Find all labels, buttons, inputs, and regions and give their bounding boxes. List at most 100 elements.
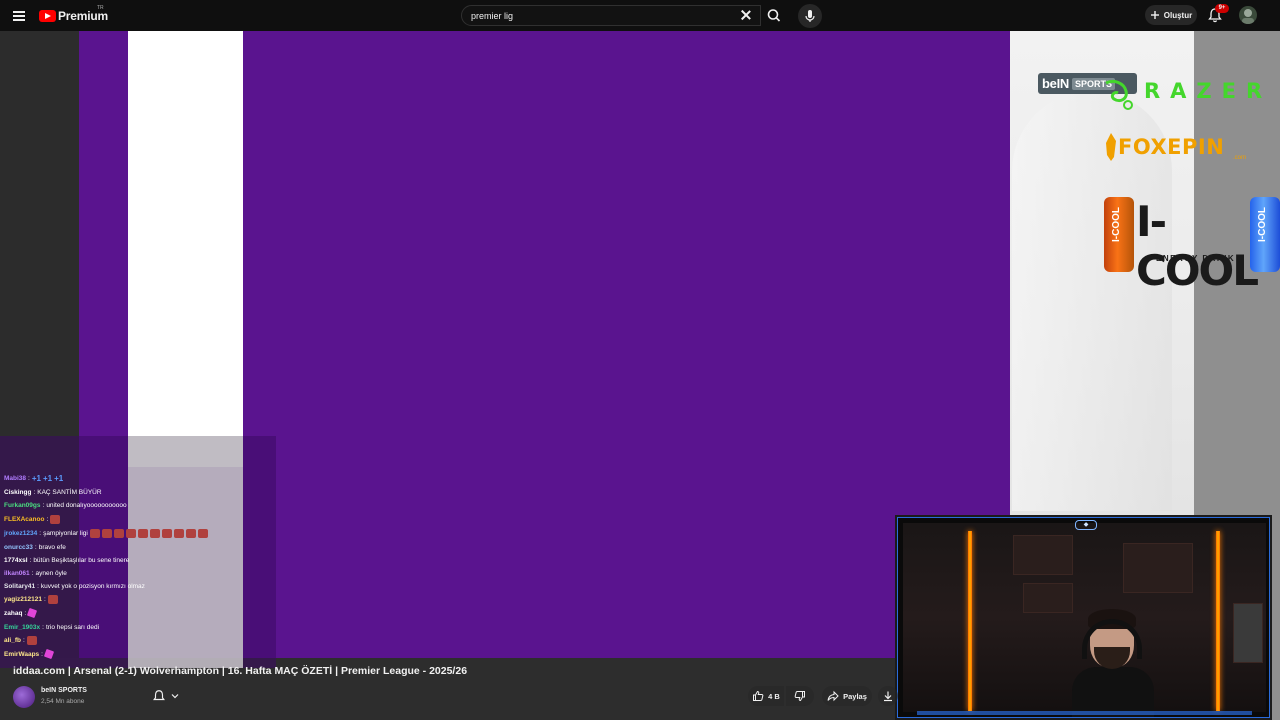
chat-separator: : — [46, 515, 49, 523]
create-label: Oluştur — [1163, 10, 1193, 20]
logo-text: Premium — [58, 9, 108, 23]
youtube-play-icon — [39, 10, 56, 22]
share-button[interactable]: Paylaş — [822, 686, 872, 706]
share-icon — [827, 690, 839, 702]
logo-region: TR — [97, 5, 104, 11]
youtube-watch-page: Premium TR Oluştur — [0, 0, 1280, 720]
chat-message: zahaq: — [4, 607, 38, 619]
bein-text: beIN — [1042, 76, 1069, 91]
like-button[interactable]: 4 B — [748, 686, 784, 706]
chat-separator: : — [42, 623, 44, 631]
chat-emote-icon — [89, 528, 100, 538]
chat-separator: : — [37, 582, 39, 590]
chat-separator: : — [42, 501, 45, 509]
chat-username[interactable]: yagiz212121 — [4, 596, 42, 603]
chat-username[interactable]: 1774xsl — [4, 557, 28, 564]
chat-emote-icon — [197, 528, 208, 538]
can-label: I-COOL — [1111, 207, 1122, 242]
chat-username[interactable]: onurcc33 — [4, 544, 33, 551]
stream-white-column — [128, 31, 243, 467]
chat-emote-icon — [185, 528, 196, 538]
share-label: Paylaş — [843, 691, 867, 701]
chat-username[interactable]: zahaq — [4, 610, 22, 617]
chat-separator: : — [28, 474, 30, 482]
chat-separator: : — [41, 650, 43, 658]
chat-message: Ciskingg: KAÇ SANTİM BÜYÜR — [4, 486, 102, 498]
chat-username[interactable]: FLEXAcanoo — [4, 516, 44, 523]
chat-emote-icon — [173, 528, 184, 538]
chat-emote-icon — [43, 648, 55, 660]
chat-emote-icon: +1 — [42, 473, 53, 483]
chat-text: bravo efe — [38, 543, 66, 551]
chat-emote-icon — [161, 528, 172, 538]
plus-icon — [1150, 11, 1159, 19]
subscriber-count: 2,54 Mn abone — [41, 698, 85, 705]
icool-logo: I-COOL I-COOL ENERGY DRINK I-COOL — [1104, 197, 1280, 295]
chat-username[interactable]: ali_fb — [4, 637, 21, 644]
chat-username[interactable]: Emir_1903x — [4, 624, 40, 631]
clear-search-icon[interactable] — [740, 9, 752, 21]
chat-separator: : — [39, 529, 42, 537]
create-button[interactable]: Oluştur — [1145, 5, 1197, 25]
search-icon — [767, 9, 781, 22]
avatar-icon — [1242, 9, 1254, 24]
foxepin-suffix: .com — [1233, 155, 1247, 161]
chat-emote-icon — [26, 635, 37, 645]
voice-search-button[interactable] — [798, 4, 822, 28]
chat-username[interactable]: jrokez1234 — [4, 530, 37, 537]
chat-text: united donalıyooooooooooo — [46, 501, 127, 509]
chat-emote-icon — [137, 528, 148, 538]
chat-emote-icon: +1 — [54, 473, 64, 483]
chat-separator: : — [33, 488, 36, 496]
chat-message: FLEXAcanoo: — [4, 513, 61, 525]
chat-text: kuvvet yok o pozisyon kırmızı olmaz — [40, 582, 145, 590]
chat-text: trio hepsi sarı dedi — [45, 623, 100, 631]
foxepin-logo: FOXEPIN — [1104, 131, 1224, 163]
like-count: 4 B — [768, 691, 780, 701]
razer-snake-icon — [1105, 79, 1133, 110]
chat-username[interactable]: ilkan061 — [4, 570, 30, 577]
chat-username[interactable]: Mabi38 — [4, 475, 26, 482]
channel-name[interactable]: beIN SPORTS — [41, 687, 87, 694]
chat-message: ali_fb: — [4, 634, 37, 646]
can-label: I-COOL — [1257, 207, 1268, 242]
chat-username[interactable]: Ciskingg — [4, 489, 31, 496]
chat-separator: : — [22, 636, 25, 644]
subscription-bell-button[interactable] — [152, 688, 184, 704]
chat-text: KAÇ SANTİM BÜYÜR — [37, 488, 102, 496]
chat-username[interactable]: Furkan09gs — [4, 502, 41, 509]
chat-message: yagiz212121: — [4, 593, 58, 605]
dislike-button[interactable] — [786, 686, 814, 706]
menu-icon[interactable] — [10, 7, 28, 25]
chat-message: 1774xsl: bütün Beşiktaşlılar bu sene tine… — [4, 554, 129, 566]
video-title: iddaa.com | Arsenal (2-1) Wolverhampton … — [13, 665, 468, 677]
chat-message: Mabi38: +1 +1 +1 — [4, 472, 63, 484]
chat-separator: : — [31, 569, 34, 577]
top-bar: Premium TR Oluştur — [0, 0, 1280, 31]
channel-avatar[interactable] — [13, 686, 35, 708]
chat-separator: : — [34, 543, 37, 551]
chat-emote-icon — [125, 528, 136, 538]
search-box — [461, 5, 761, 26]
chat-username[interactable]: Solitary41 — [4, 583, 35, 590]
search-button[interactable] — [762, 5, 786, 26]
chat-light-column — [128, 436, 243, 668]
chat-text: bütün Beşiktaşlılar bu sene tinere — [33, 556, 130, 564]
chat-separator: : — [43, 595, 46, 603]
chat-separator: : — [29, 556, 32, 564]
chat-text: şampiyonlar ligi — [43, 529, 88, 537]
account-avatar[interactable] — [1239, 6, 1257, 24]
icool-can-orange: I-COOL — [1104, 197, 1134, 272]
chat-emote-icon — [113, 528, 124, 538]
chat-username[interactable]: EmirWaaps — [4, 651, 39, 658]
download-button[interactable] — [878, 686, 898, 706]
chat-message: EmirWaaps: — [4, 648, 55, 660]
chat-message: Furkan09gs: united donalıyooooooooooo — [4, 499, 127, 511]
razer-logo: RAZER — [1144, 79, 1273, 103]
icool-can-blue: I-COOL — [1250, 197, 1280, 272]
foxepin-text: FOXEPIN — [1118, 135, 1225, 159]
chat-message: ilkan061: aynen öyle — [4, 567, 67, 579]
chat-emote-icon — [149, 528, 160, 538]
chat-emote-icon — [27, 607, 38, 619]
search-input[interactable] — [471, 9, 741, 23]
